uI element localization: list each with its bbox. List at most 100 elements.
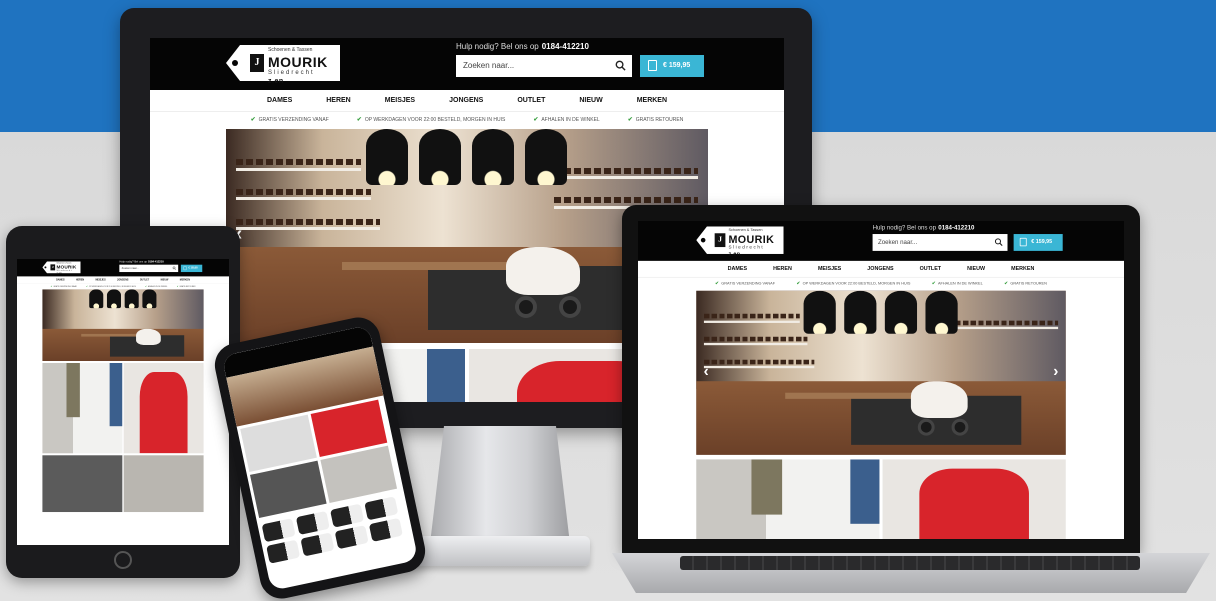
logo-small-text: Schoenen & Tassen <box>268 47 313 53</box>
shoe-shelf <box>235 167 361 171</box>
cart-button[interactable]: € 159,95 <box>1013 234 1063 251</box>
shoe-shelf <box>940 326 1059 330</box>
pendant-lamp <box>106 289 121 309</box>
nav-item-meisjes[interactable]: MEISJES <box>818 266 841 271</box>
search-input[interactable]: Zoeken naar... <box>872 234 1008 251</box>
laptop-keyboard <box>680 556 1140 570</box>
usp-bar: ✔GRATIS VERZENDING VANAF ✔OP WERKDAGEN V… <box>150 112 784 127</box>
nav-item-heren[interactable]: HEREN <box>773 266 792 271</box>
shoe-shelf <box>544 176 699 180</box>
store-wall <box>42 289 204 333</box>
shoe-row <box>703 359 815 365</box>
usp-item: ✔GRATIS VERZENDING VANAF <box>715 281 776 287</box>
nav-item-heren[interactable]: HEREN <box>76 279 84 281</box>
search-icon[interactable] <box>172 266 177 270</box>
tile-leg <box>66 362 80 418</box>
mobile-product[interactable] <box>266 539 301 564</box>
usp-item: ✔GRATIS RETOUREN <box>627 117 684 123</box>
shop-logo[interactable]: Schoenen & Tassen J MOURIK z.en Sliedrec… <box>696 226 784 257</box>
slider-next-icon[interactable]: › <box>1053 363 1058 381</box>
help-line: Hulp nodig? Bel ons op0184-412210 <box>456 42 589 51</box>
search-icon[interactable] <box>994 238 1003 246</box>
shop-logo[interactable]: Schoenen & Tassen J MOURIK z.en Sliedrec… <box>42 261 81 275</box>
tile-white-sneakers[interactable] <box>123 455 204 513</box>
pendant-lamp <box>418 129 461 185</box>
usp-item: ✔OP WERKDAGEN VOOR 22:00 BESTELD, MORGEN… <box>86 285 136 288</box>
cart-button[interactable]: € 159,95 <box>640 55 704 77</box>
site-header: Schoenen & Tassen J MOURIK z.en Sliedrec… <box>17 259 229 277</box>
check-icon: ✔ <box>176 285 179 288</box>
tile-red-boots[interactable] <box>123 362 204 454</box>
mobile-product[interactable] <box>364 496 399 521</box>
nav-item-jongens[interactable]: JONGENS <box>117 279 128 281</box>
tile-boots[interactable] <box>42 455 123 513</box>
tablet-home-button[interactable] <box>114 551 132 569</box>
nav-item-merken[interactable]: MERKEN <box>1011 266 1034 271</box>
search-placeholder: Zoeken naar... <box>121 266 139 270</box>
help-phone[interactable]: 0184-412210 <box>938 224 974 231</box>
shopping-bag-icon <box>648 60 657 71</box>
shopping-bag-icon <box>1019 237 1027 247</box>
usp-item: ✔OP WERKDAGEN VOOR 22:00 BESTELD, MORGEN… <box>356 117 506 123</box>
tablet-screen: Schoenen & Tassen J MOURIK z.en Sliedrec… <box>17 259 229 545</box>
tile-leg <box>751 459 782 515</box>
webshop-page-tablet: Schoenen & Tassen J MOURIK z.en Sliedrec… <box>17 259 229 513</box>
nav-item-merken[interactable]: MERKEN <box>637 97 667 104</box>
search-icon[interactable] <box>615 60 626 71</box>
mobile-product[interactable] <box>295 510 330 535</box>
main-nav: DAMES HEREN MEISJES JONGENS OUTLET NIEUW… <box>638 261 1124 278</box>
nav-item-meisjes[interactable]: MEISJES <box>96 279 106 281</box>
nav-item-merken[interactable]: MERKEN <box>180 279 190 281</box>
main-nav: DAMES HEREN MEISJES JONGENS OUTLET NIEUW… <box>17 276 229 284</box>
nav-item-jongens[interactable]: JONGENS <box>867 266 893 271</box>
tile-red-boots[interactable] <box>882 459 1066 539</box>
nav-item-dames[interactable]: DAMES <box>267 97 292 104</box>
nav-item-dames[interactable]: DAMES <box>728 266 747 271</box>
nav-item-nieuw[interactable]: NIEUW <box>161 279 169 281</box>
mobile-product[interactable] <box>300 532 335 557</box>
search-input[interactable]: Zoeken naar... <box>456 55 632 77</box>
help-phone[interactable]: 0184-412210 <box>542 42 589 51</box>
vespa-scooter <box>910 380 968 418</box>
nav-item-dames[interactable]: DAMES <box>56 279 64 281</box>
check-icon: ✔ <box>250 117 256 123</box>
cart-total: € 159,95 <box>188 267 198 270</box>
slider-prev-icon[interactable]: ‹ <box>704 363 709 381</box>
pendant-lamp <box>884 290 917 334</box>
hero-slider-store-photo[interactable] <box>42 289 204 361</box>
nav-item-meisjes[interactable]: MEISJES <box>385 97 415 104</box>
category-tiles <box>696 459 1066 539</box>
usp-item: ✔AFHALEN IN DE WINKEL <box>145 285 168 288</box>
scooter-wheel <box>917 418 935 436</box>
help-phone[interactable]: 0184-412210 <box>148 260 164 263</box>
laptop: Schoenen & Tassen J MOURIK z.en Sliedrec… <box>622 205 1140 553</box>
nav-item-outlet[interactable]: OUTLET <box>920 266 941 271</box>
logo-tagline: Sliedrecht <box>728 245 765 251</box>
tile-sneakers[interactable] <box>42 362 123 454</box>
nav-item-outlet[interactable]: OUTLET <box>140 279 149 281</box>
mobile-product[interactable] <box>330 503 365 528</box>
nav-item-jongens[interactable]: JONGENS <box>449 97 483 104</box>
nav-item-nieuw[interactable]: NIEUW <box>967 266 985 271</box>
shop-logo[interactable]: Schoenen & Tassen J MOURIK z.en Sliedrec… <box>226 45 340 85</box>
mobile-product[interactable] <box>261 518 296 543</box>
mobile-product[interactable] <box>368 517 403 542</box>
pendant-lamp <box>803 290 836 334</box>
hero-slider-store-photo[interactable]: ‹ › <box>696 290 1066 455</box>
nav-item-nieuw[interactable]: NIEUW <box>579 97 602 104</box>
usp-item: ✔GRATIS RETOUREN <box>176 285 196 288</box>
tablet: Schoenen & Tassen J MOURIK z.en Sliedrec… <box>6 226 240 578</box>
search-input[interactable]: Zoeken naar... <box>119 264 179 273</box>
tile-sneakers[interactable] <box>696 459 880 539</box>
check-icon: ✔ <box>1004 281 1009 287</box>
check-icon: ✔ <box>627 117 633 123</box>
nav-item-heren[interactable]: HEREN <box>326 97 351 104</box>
cart-button[interactable]: € 159,95 <box>180 264 203 273</box>
shoe-row <box>940 320 1059 325</box>
shopping-bag-icon <box>183 266 187 271</box>
check-icon: ✔ <box>931 281 936 287</box>
site-header: Schoenen & Tassen J MOURIK z.en Sliedrec… <box>638 221 1124 261</box>
shoe-shelf <box>703 320 800 323</box>
nav-item-outlet[interactable]: OUTLET <box>517 97 545 104</box>
mobile-product[interactable] <box>334 525 369 550</box>
